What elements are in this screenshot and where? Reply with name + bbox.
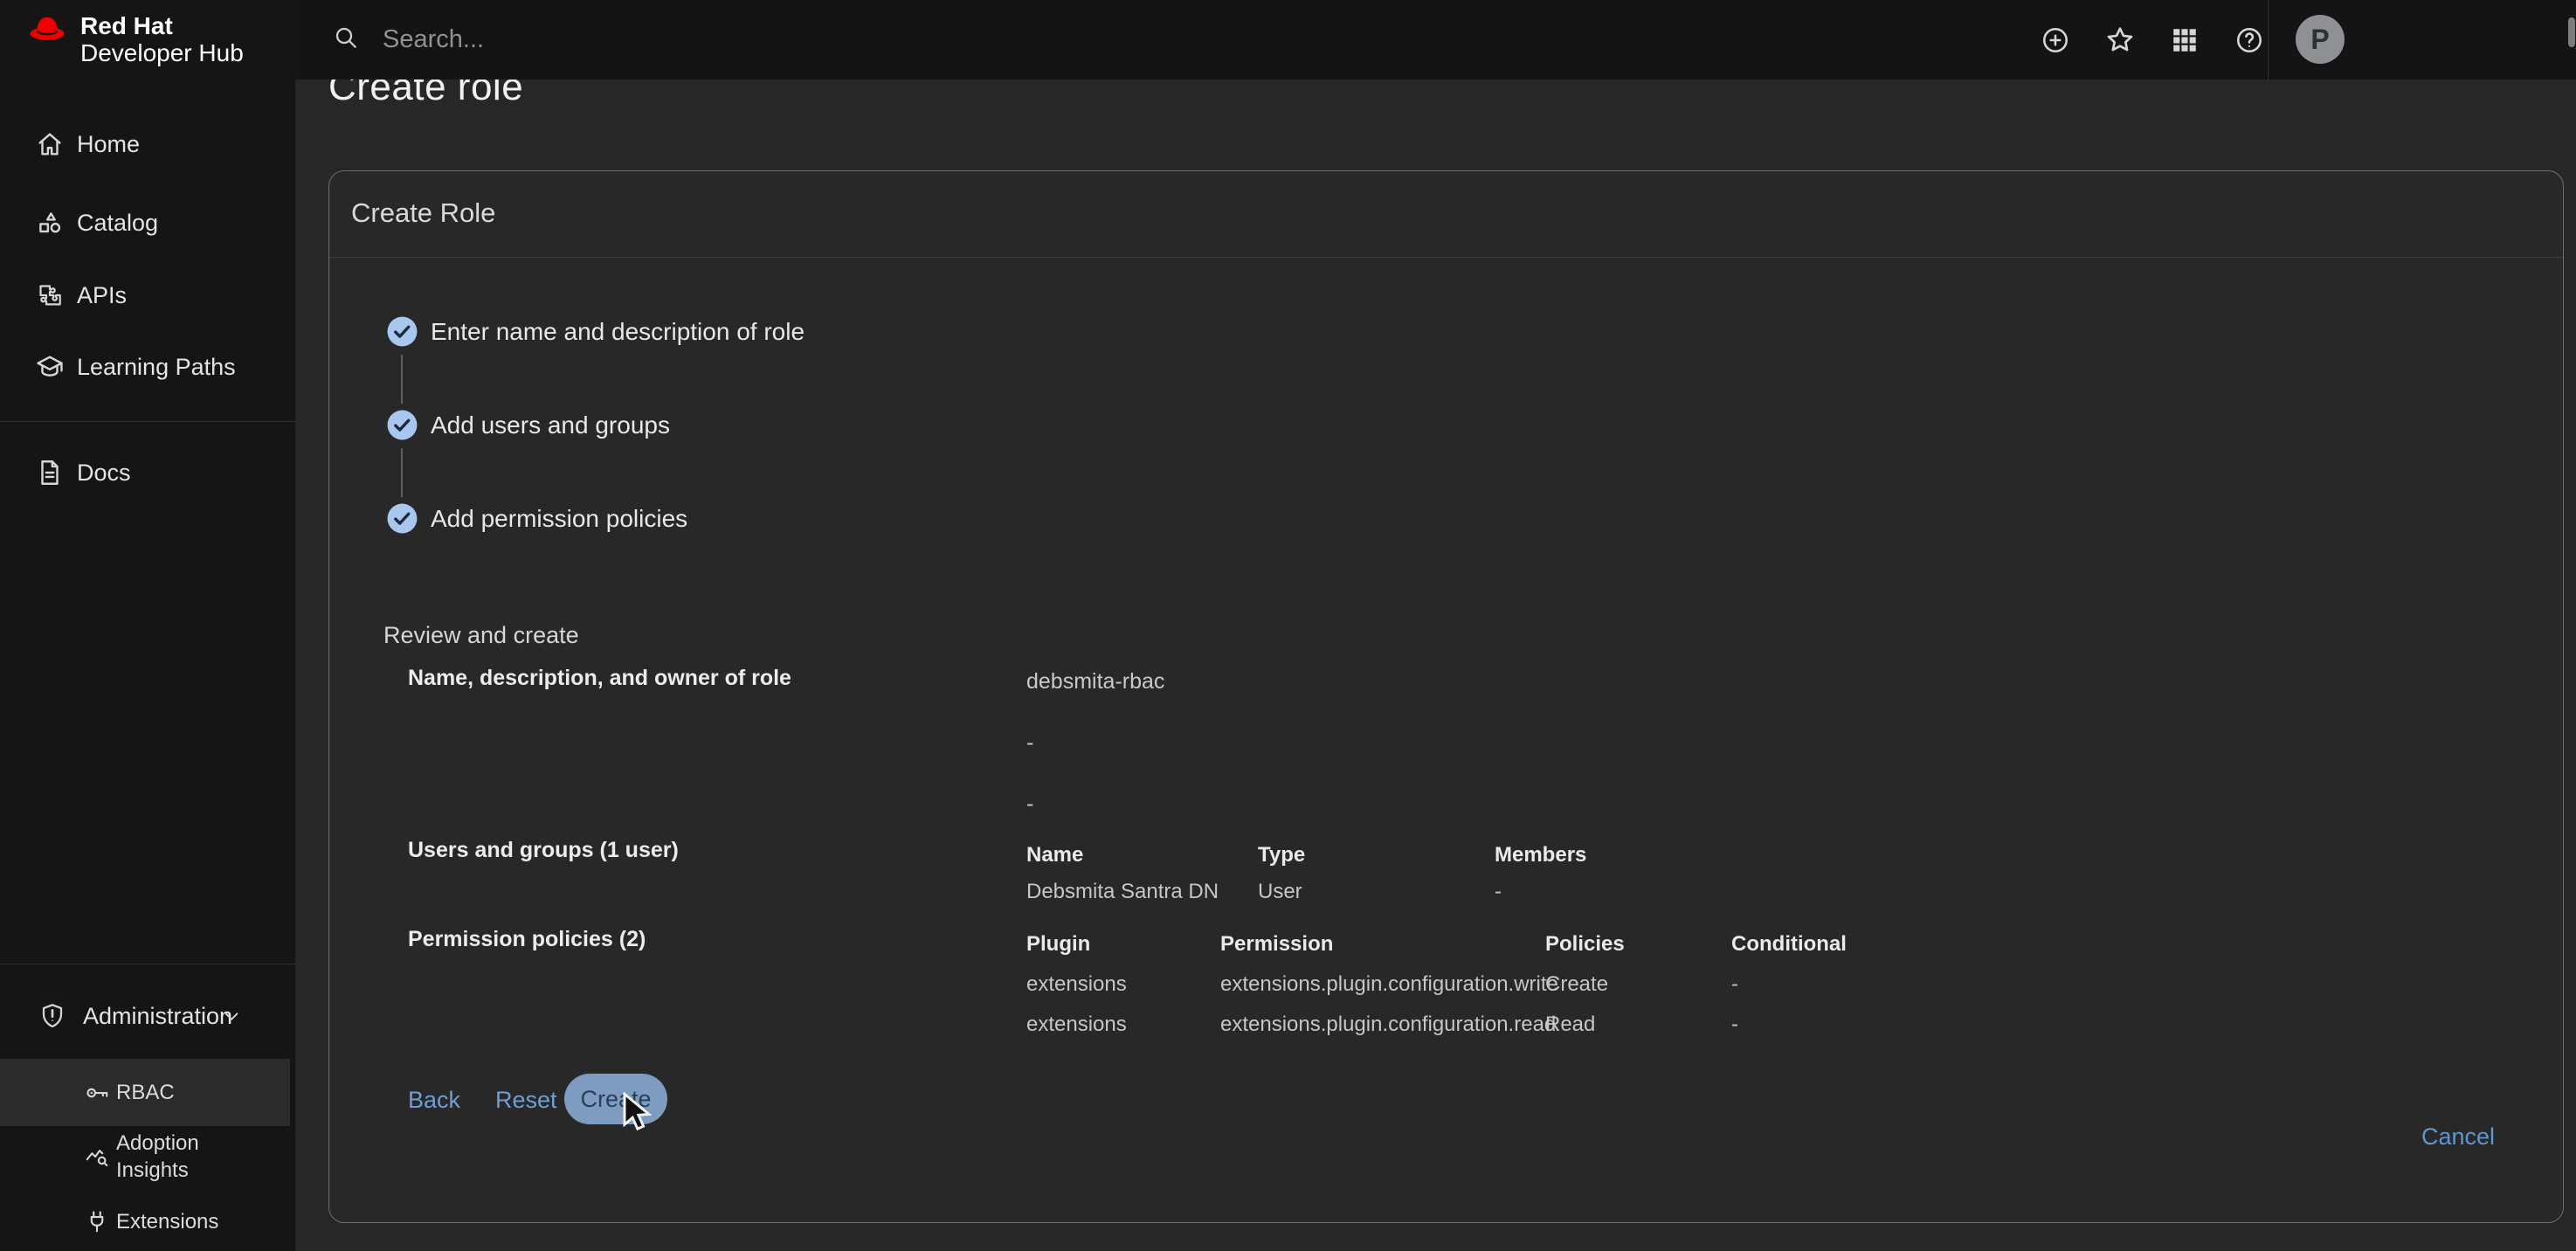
column-header: Plugin (1026, 932, 1220, 957)
card-header-divider (329, 257, 2563, 258)
sidebar-item-home[interactable]: Home (0, 109, 295, 179)
help-icon[interactable] (2233, 24, 2266, 57)
step-2-check-icon (386, 409, 418, 441)
table-cell: User (1258, 880, 1495, 904)
search-input[interactable]: Search... (383, 25, 484, 54)
review-role-description: - (1026, 730, 1033, 756)
review-users-label: Users and groups (1 user) (408, 838, 679, 863)
scrollbar-thumb[interactable] (2568, 17, 2575, 47)
search-icon (332, 24, 360, 56)
learning-paths-icon (35, 352, 65, 382)
redhat-hat-icon (24, 9, 70, 59)
review-role-owner: - (1026, 791, 1033, 817)
table-cell: - (1731, 1013, 1906, 1037)
docs-icon (35, 458, 65, 487)
logo-text: Red Hat Developer Hub (80, 9, 244, 66)
review-name-label: Name, description, and owner of role (408, 666, 791, 691)
users-table: Name Type Members Debsmita Santra DN Use… (1026, 843, 1669, 904)
plug-icon (84, 1208, 110, 1234)
shield-admin-icon (38, 1002, 66, 1030)
create-new-icon[interactable] (2039, 24, 2072, 57)
permissions-table: Plugin Permission Policies Conditional e… (1026, 932, 1906, 1037)
table-cell: extensions (1026, 972, 1220, 997)
table-cell: Create (1545, 972, 1731, 997)
apps-grid-icon[interactable] (2168, 24, 2201, 57)
table-cell: extensions.plugin.configuration.read (1220, 1013, 1545, 1037)
sidebar-item-apis[interactable]: APIs (0, 260, 295, 330)
main-content: Create role Create Role Enter name and d… (295, 79, 2576, 1251)
reset-button[interactable]: Reset (495, 1087, 557, 1114)
sidebar-item-adoption-insights[interactable]: Adoption Insights (0, 1126, 290, 1187)
column-header: Members (1495, 843, 1669, 867)
table-cell: - (1495, 880, 1669, 904)
adoption-insights-icon (84, 1144, 110, 1170)
column-header: Conditional (1731, 932, 1906, 957)
table-cell: extensions.plugin.configuration.write (1220, 972, 1545, 997)
column-header: Permission (1220, 932, 1545, 957)
review-role-name: debsmita-rbac (1026, 669, 1164, 695)
global-search[interactable]: Search... (332, 0, 484, 79)
sidebar-divider (0, 421, 295, 422)
table-cell: Debsmita Santra DN (1026, 880, 1258, 904)
table-cell: - (1731, 972, 1906, 997)
apis-icon (35, 280, 65, 310)
cancel-button[interactable]: Cancel (2421, 1123, 2495, 1151)
create-button[interactable]: Create (564, 1074, 667, 1124)
back-button[interactable]: Back (408, 1087, 460, 1114)
catalog-icon (35, 208, 65, 238)
step-connector (401, 448, 403, 497)
app-window: Red Hat Developer Hub Home Catalog APIs (0, 0, 2576, 1251)
table-cell: extensions (1026, 1013, 1220, 1037)
page-scrollbar[interactable] (2567, 0, 2576, 1251)
column-header: Type (1258, 843, 1495, 867)
chevron-down-icon (220, 1005, 243, 1027)
column-header: Name (1026, 843, 1258, 867)
create-role-card: Create Role Enter name and description o… (328, 170, 2564, 1223)
avatar[interactable]: P (2296, 15, 2345, 64)
column-header: Policies (1545, 932, 1731, 957)
step-1-check-icon (386, 315, 418, 348)
review-permissions-label: Permission policies (2) (408, 927, 646, 952)
sidebar-item-rbac[interactable]: RBAC (0, 1059, 290, 1126)
step-connector (401, 355, 403, 404)
sidebar-item-catalog[interactable]: Catalog (0, 188, 295, 258)
home-icon (35, 129, 65, 159)
starred-icon[interactable] (2103, 24, 2137, 57)
sidebar-item-administration[interactable]: Administration (0, 981, 295, 1051)
page-title: Create role (328, 79, 523, 109)
sidebar-item-docs[interactable]: Docs (0, 438, 295, 508)
table-cell: Read (1545, 1013, 1731, 1037)
review-heading: Review and create (383, 622, 579, 649)
sidebar-item-learning-paths[interactable]: Learning Paths (0, 332, 295, 402)
sidebar-item-extensions[interactable]: Extensions (0, 1192, 290, 1251)
redhat-logo[interactable]: Red Hat Developer Hub (24, 9, 244, 66)
sidebar: Red Hat Developer Hub Home Catalog APIs (0, 0, 295, 1251)
key-icon (84, 1080, 110, 1106)
top-bar: Search... P (295, 0, 2576, 79)
step-3-check-icon (386, 502, 418, 535)
card-title: Create Role (351, 197, 495, 229)
topbar-divider (2268, 0, 2269, 79)
